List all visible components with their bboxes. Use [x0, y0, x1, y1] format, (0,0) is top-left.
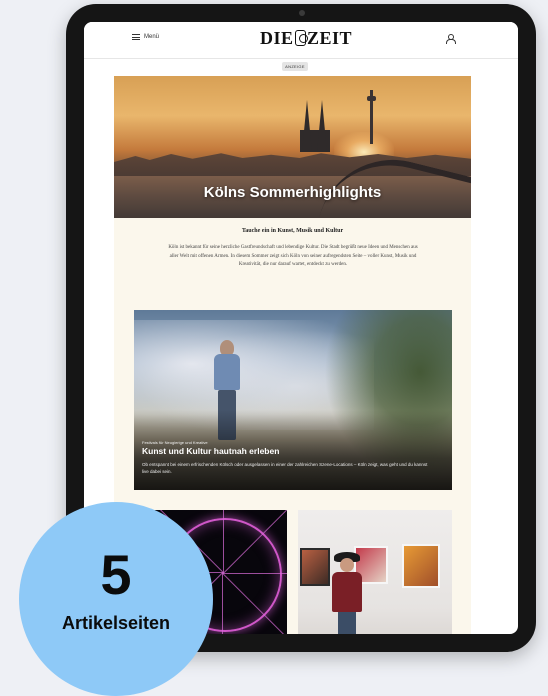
- feature-kicker: Festivals für Neugierige und Kreative: [142, 440, 208, 445]
- logo-text-left: DIE: [260, 27, 294, 48]
- hamburger-icon: [132, 34, 140, 40]
- badge-label: Artikelseiten: [61, 612, 171, 633]
- site-logo[interactable]: DIE ZEIT: [260, 28, 352, 48]
- menu-button[interactable]: Menü: [132, 34, 159, 40]
- eagle-emblem-icon: [294, 30, 309, 46]
- cathedral-silhouette: [300, 92, 330, 152]
- article-count-badge: 5 Artikelseiten: [19, 502, 213, 696]
- artwork-image: [402, 544, 440, 588]
- user-icon[interactable]: [446, 34, 456, 44]
- menu-label: Menü: [144, 34, 160, 40]
- front-camera: [299, 10, 305, 16]
- intro-heading: Tauche ein in Kunst, Musik und Kultur: [241, 228, 344, 234]
- badge-number: 5: [100, 542, 132, 606]
- visitor-image: [328, 552, 368, 634]
- intro-text: Köln ist bekannt für seine herzliche Gas…: [168, 245, 418, 267]
- site-header: Menü DIE ZEIT: [84, 22, 518, 59]
- logo-text-right: ZEIT: [306, 27, 352, 48]
- hero-title: Kölns Sommerhighlights: [203, 184, 382, 201]
- gallery-thumbnail[interactable]: [298, 510, 452, 634]
- tv-tower-silhouette: [367, 90, 376, 144]
- hero-image: Kölns Sommerhighlights: [114, 76, 471, 218]
- feature-title: Kunst und Kultur hautnah erleben: [142, 446, 280, 456]
- feature-card[interactable]: Festivals für Neugierige und Kreative Ku…: [134, 310, 452, 490]
- ad-label: ANZEIGE: [282, 62, 308, 71]
- artwork-image: [300, 548, 330, 586]
- feature-description: Ob entspannt bei einem erfrischenden Köl…: [142, 462, 428, 474]
